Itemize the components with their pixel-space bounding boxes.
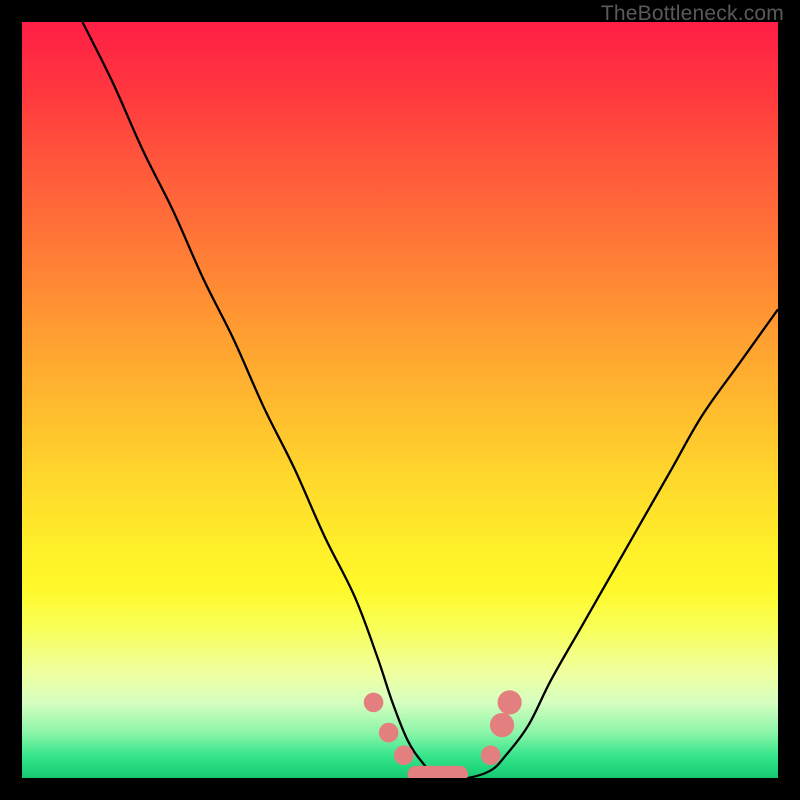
chart-plot-area: [22, 22, 778, 778]
chart-frame: TheBottleneck.com: [0, 0, 800, 800]
watermark-text: TheBottleneck.com: [601, 2, 784, 26]
